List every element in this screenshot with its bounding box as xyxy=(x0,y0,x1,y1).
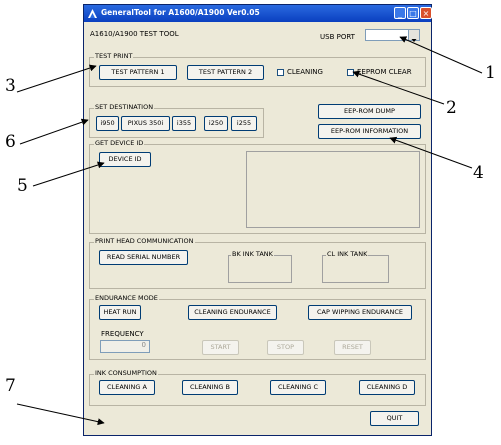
callout-2: 2 xyxy=(446,98,457,118)
callout-arrow-3 xyxy=(16,64,97,93)
callout-arrow-7 xyxy=(16,403,105,426)
callout-7: 7 xyxy=(5,376,16,396)
callout-1: 1 xyxy=(485,63,496,83)
callout-arrows xyxy=(16,36,483,426)
callout-arrow-2 xyxy=(352,70,445,105)
callout-arrow-4 xyxy=(389,136,473,169)
callout-3: 3 xyxy=(5,76,16,96)
callout-arrow-6 xyxy=(19,118,89,145)
callout-arrow-5 xyxy=(32,161,105,187)
callout-4: 4 xyxy=(473,163,484,183)
callout-6: 6 xyxy=(5,132,16,152)
callout-5: 5 xyxy=(17,176,28,196)
callout-arrow-1 xyxy=(399,36,483,74)
